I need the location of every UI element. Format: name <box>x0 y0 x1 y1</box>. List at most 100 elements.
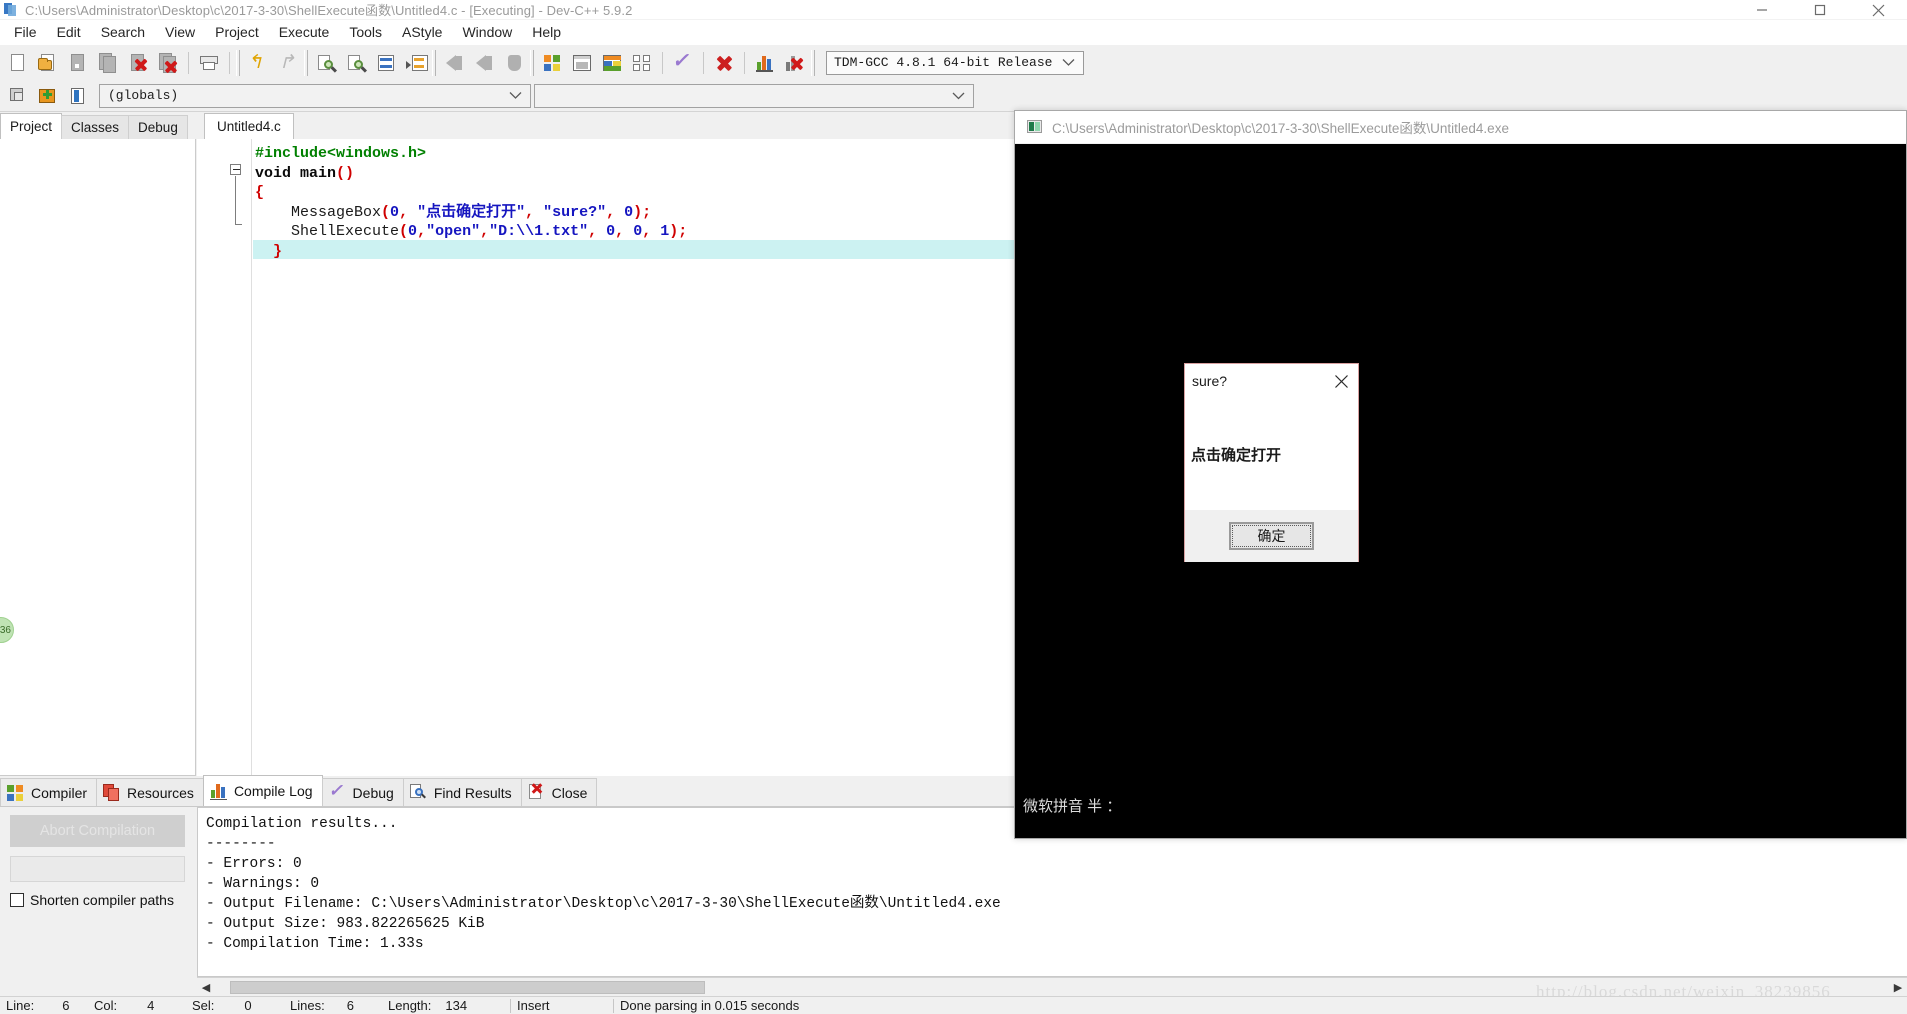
compile-and-run-button[interactable] <box>597 48 627 78</box>
menu-view[interactable]: View <box>155 22 205 42</box>
close-button[interactable] <box>1849 0 1907 20</box>
stop-execution-button[interactable] <box>709 48 739 78</box>
left-tab-debug[interactable]: Debug <box>128 115 188 139</box>
project-tree-panel[interactable] <box>0 139 196 776</box>
chevron-down-icon <box>952 87 965 105</box>
close-file-button[interactable] <box>123 48 153 78</box>
code-token: , <box>588 223 607 240</box>
window-titlebar[interactable]: C:\Users\Administrator\Desktop\c\2017-3-… <box>0 0 1907 20</box>
menu-project[interactable]: Project <box>205 22 269 42</box>
menu-window[interactable]: Window <box>452 22 522 42</box>
minimize-button[interactable] <box>1733 0 1791 20</box>
forward-button[interactable] <box>469 48 499 78</box>
member-select[interactable] <box>534 83 974 108</box>
toolbar-grip[interactable] <box>530 49 534 76</box>
menu-edit[interactable]: Edit <box>47 22 91 42</box>
messagebox-titlebar[interactable]: sure? <box>1185 364 1358 398</box>
fold-guide-line <box>235 176 236 224</box>
redo-button[interactable]: ↱ <box>273 48 303 78</box>
grid-squares-icon <box>7 784 25 802</box>
status-col-value: 4 <box>147 998 155 1013</box>
back-button[interactable] <box>439 48 469 78</box>
save-all-button[interactable] <box>93 48 123 78</box>
rebuild-all-button[interactable] <box>627 48 657 78</box>
line-number-gutter <box>197 139 252 776</box>
code-token: ) <box>633 203 643 221</box>
code-token: void <box>255 164 301 182</box>
scroll-left-icon[interactable]: ◀ <box>197 978 215 996</box>
tab-compile-log[interactable]: Compile Log <box>202 775 323 806</box>
fold-toggle-icon[interactable] <box>230 164 241 175</box>
abort-compilation-button[interactable]: Abort Compilation <box>10 815 185 847</box>
undo-button[interactable]: ↰ <box>243 48 273 78</box>
print-button[interactable] <box>194 48 224 78</box>
scroll-thumb[interactable] <box>230 980 705 994</box>
new-file-button[interactable] <box>3 48 33 78</box>
menu-file[interactable]: File <box>4 22 47 42</box>
tab-find-results[interactable]: Find Results <box>402 778 522 806</box>
run-button[interactable] <box>567 48 597 78</box>
toolbar-grip[interactable] <box>432 49 436 76</box>
left-tab-project[interactable]: Project <box>0 113 63 139</box>
main-toolbar: ↰ ↱ ✓ TDM-GCC 4.8.1 64-bit Release <box>0 44 1907 80</box>
console-output-area[interactable]: 微软拼音 半 ： <box>1015 144 1906 838</box>
messagebox-message: 点击确定打开 <box>1191 446 1282 464</box>
goto-line-button[interactable] <box>371 48 401 78</box>
tab-debug-label: Debug <box>352 784 394 801</box>
shorten-paths-checkbox[interactable] <box>10 893 24 907</box>
magnifier-icon <box>409 783 428 802</box>
code-token: "open" <box>426 223 481 240</box>
code-line: ShellExecute(0,"open","D:\\1.txt", 0, 0,… <box>255 222 687 242</box>
compile-button[interactable] <box>537 48 567 78</box>
console-window[interactable]: C:\Users\Administrator\Desktop\c\2017-3-… <box>1014 110 1907 839</box>
save-file-button[interactable] <box>63 48 93 78</box>
menu-execute[interactable]: Execute <box>269 22 340 42</box>
toolbar-grip[interactable] <box>304 49 308 76</box>
scope-select[interactable]: (globals) <box>99 83 531 108</box>
code-token: #include<windows.h> <box>255 145 427 162</box>
shorten-paths-row[interactable]: Shorten compiler paths <box>10 892 186 908</box>
code-token: 0 <box>390 203 400 221</box>
code-token: 0 <box>606 223 616 240</box>
compiler-set-select[interactable]: TDM-GCC 4.8.1 64-bit Release <box>826 50 1084 75</box>
resources-icon <box>103 783 121 802</box>
toolbar-separator <box>744 51 745 74</box>
toolbar-grip[interactable] <box>236 49 240 76</box>
toggle-bookmark-button[interactable] <box>499 48 529 78</box>
compile-progress-bar <box>10 856 185 882</box>
maximize-button[interactable] <box>1791 0 1849 20</box>
syntax-check-button[interactable]: ✓ <box>668 48 698 78</box>
editor-tab-untitled4[interactable]: Untitled4.c <box>204 113 294 139</box>
profile-analysis-button[interactable] <box>750 48 780 78</box>
log-line: - Compilation Time: 1.33s <box>206 936 424 952</box>
open-file-button[interactable] <box>33 48 63 78</box>
find-button[interactable] <box>311 48 341 78</box>
tab-resources[interactable]: Resources <box>96 778 204 806</box>
toolbar-grip[interactable] <box>811 49 815 76</box>
menu-tools[interactable]: Tools <box>339 22 392 42</box>
goto-function-button[interactable] <box>401 48 431 78</box>
menu-astyle[interactable]: AStyle <box>392 22 452 42</box>
new-project-button[interactable] <box>3 81 33 111</box>
tab-compiler[interactable]: Compiler <box>0 778 98 806</box>
console-titlebar[interactable]: C:\Users\Administrator\Desktop\c\2017-3-… <box>1015 111 1906 144</box>
add-to-project-button[interactable] <box>33 81 63 111</box>
red-x-icon <box>528 782 546 802</box>
replace-button[interactable] <box>341 48 371 78</box>
menu-help[interactable]: Help <box>522 22 571 42</box>
status-lines-value: 6 <box>346 998 354 1013</box>
messagebox-dialog[interactable]: sure? 点击确定打开 确定 <box>1184 363 1359 562</box>
left-tab-classes[interactable]: Classes <box>61 115 130 139</box>
code-token: "sure?" <box>543 203 607 221</box>
fold-guide-foot <box>235 224 242 225</box>
tab-close[interactable]: Close <box>520 778 598 806</box>
menu-search[interactable]: Search <box>91 22 155 42</box>
close-all-button[interactable] <box>153 48 183 78</box>
delete-profile-button[interactable] <box>780 48 810 78</box>
code-token: "D:\\1.txt" <box>489 223 589 240</box>
messagebox-ok-button[interactable]: 确定 <box>1229 522 1314 550</box>
scroll-right-icon[interactable]: ▶ <box>1889 978 1907 996</box>
project-options-button[interactable] <box>63 81 93 111</box>
tab-debug[interactable]: ✓ Debug <box>321 778 404 806</box>
messagebox-close-button[interactable] <box>1324 366 1358 396</box>
